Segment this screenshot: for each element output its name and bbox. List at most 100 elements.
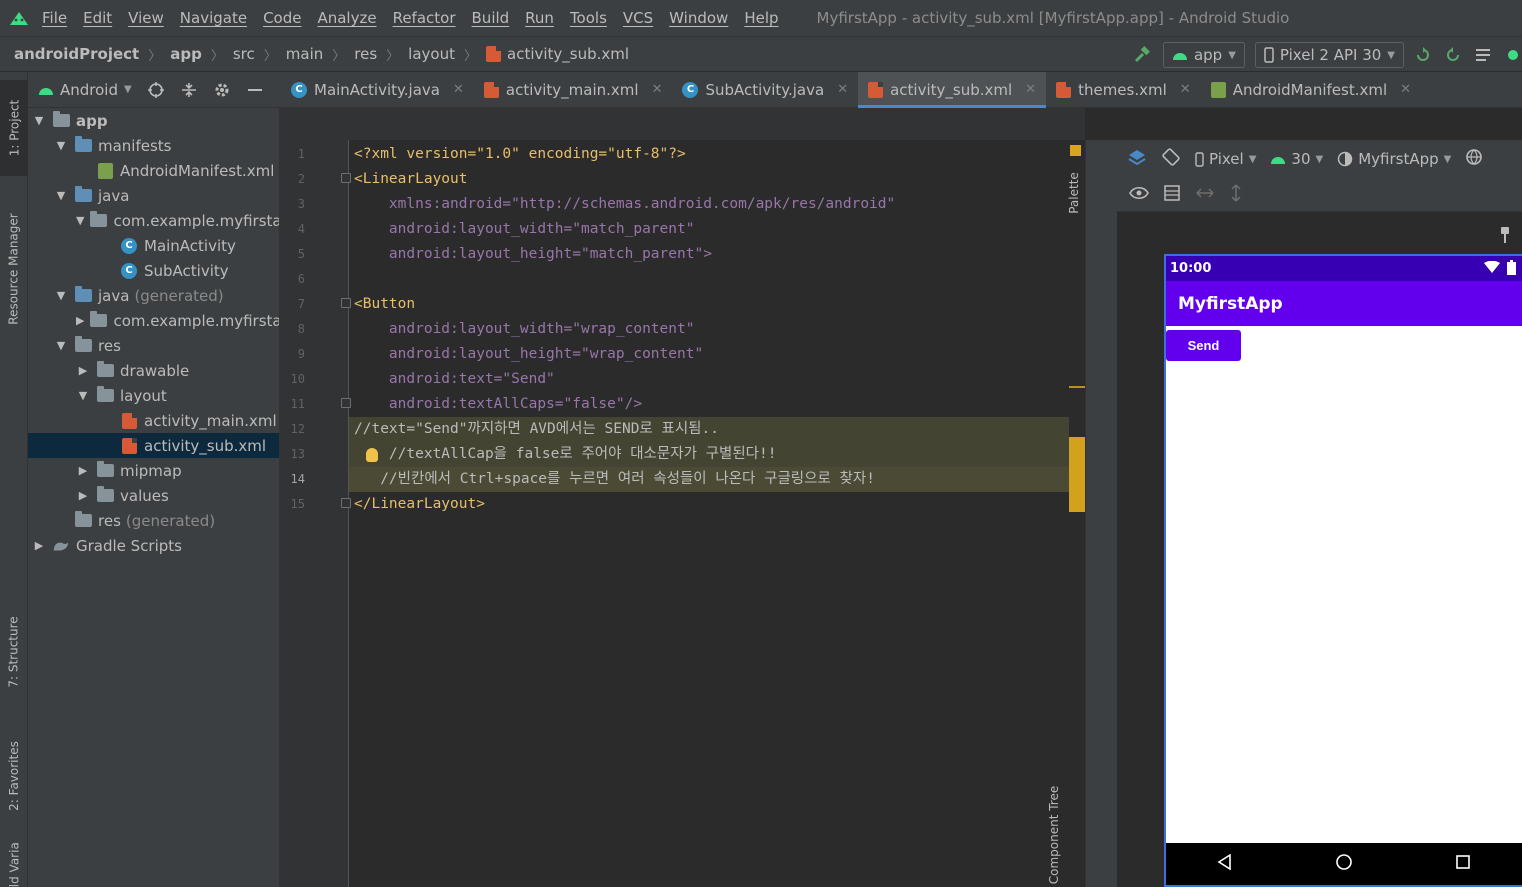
- tab-activity-sub-xml[interactable]: activity_sub.xml ✕: [858, 72, 1047, 108]
- close-icon[interactable]: ✕: [1400, 82, 1411, 97]
- pin-icon[interactable]: [1498, 226, 1512, 248]
- component-tree-tab[interactable]: Component Tree: [1047, 780, 1118, 887]
- tree-item-res-generated[interactable]: res (generated): [28, 508, 279, 533]
- device-select[interactable]: Pixel 2 API 30 ▼: [1254, 42, 1404, 68]
- menu-vcs[interactable]: VCS: [623, 9, 653, 27]
- warning-stripe-mark[interactable]: [1069, 437, 1085, 512]
- tree-item-manifests[interactable]: ▼ manifests: [28, 133, 279, 158]
- run-configuration-select[interactable]: app ▼: [1162, 42, 1245, 68]
- blueprint-icon[interactable]: [1163, 184, 1181, 206]
- breadcrumb-project[interactable]: androidProject: [14, 45, 139, 63]
- collapsed-arrow-icon[interactable]: ▶: [76, 314, 84, 327]
- tree-item-mainactivity[interactable]: C MainActivity: [28, 233, 279, 258]
- layers-icon[interactable]: [1127, 147, 1147, 171]
- tab-themes-xml[interactable]: themes.xml ✕: [1046, 72, 1201, 107]
- palette-tab[interactable]: Palette: [1067, 158, 1118, 228]
- menu-build[interactable]: Build: [472, 9, 510, 27]
- apply-changes-icon[interactable]: [1414, 46, 1432, 64]
- menu-refactor[interactable]: Refactor: [393, 9, 456, 27]
- tree-item-app[interactable]: ▼ app: [28, 108, 279, 133]
- back-icon[interactable]: [1217, 853, 1233, 874]
- tree-item-java-generated[interactable]: ▼ java (generated): [28, 283, 279, 308]
- menu-window[interactable]: Window: [669, 9, 728, 27]
- collapse-all-icon[interactable]: [179, 80, 199, 100]
- tool-tab-structure[interactable]: 7: Structure: [0, 602, 28, 702]
- tree-item-androidmanifest[interactable]: AndroidManifest.xml: [28, 158, 279, 183]
- build-hammer-icon[interactable]: [1133, 46, 1151, 64]
- tree-item-activity-sub[interactable]: activity_sub.xml: [28, 433, 279, 458]
- vertical-resize-icon[interactable]: [1229, 183, 1243, 207]
- apply-code-changes-icon[interactable]: [1444, 46, 1462, 64]
- tab-subactivity-java[interactable]: C SubActivity.java ✕: [672, 72, 858, 107]
- eye-icon[interactable]: [1129, 186, 1149, 204]
- project-view-select[interactable]: Android ▼: [38, 81, 132, 99]
- tool-tab-resource-manager[interactable]: Resource Manager: [0, 196, 28, 342]
- expanded-arrow-icon[interactable]: ▼: [76, 214, 84, 227]
- tree-item-values[interactable]: ▶ values: [28, 483, 279, 508]
- menu-run[interactable]: Run: [525, 9, 554, 27]
- breadcrumb-src[interactable]: src: [233, 45, 255, 63]
- tool-tab-build-variants[interactable]: Build Variants: [0, 842, 28, 887]
- tree-item-drawable[interactable]: ▶ drawable: [28, 358, 279, 383]
- collapsed-arrow-icon[interactable]: ▶: [76, 364, 90, 377]
- expanded-arrow-icon[interactable]: ▼: [54, 189, 68, 202]
- error-stripe[interactable]: [1069, 140, 1085, 887]
- menu-file[interactable]: File: [42, 9, 67, 27]
- expanded-arrow-icon[interactable]: ▼: [76, 389, 90, 402]
- menu-edit[interactable]: Edit: [83, 9, 112, 27]
- tree-item-java[interactable]: ▼ java: [28, 183, 279, 208]
- tree-item-package-generated[interactable]: ▶ com.example.myfirstap: [28, 308, 291, 333]
- tree-item-package[interactable]: ▼ com.example.myfirstap: [28, 208, 291, 233]
- device-preview-select[interactable]: Pixel ▼: [1195, 150, 1256, 168]
- close-icon[interactable]: ✕: [1025, 82, 1036, 97]
- expanded-arrow-icon[interactable]: ▼: [32, 114, 46, 127]
- tree-item-gradle-scripts[interactable]: ▶ Gradle Scripts: [28, 533, 279, 558]
- menu-help[interactable]: Help: [744, 9, 778, 27]
- menu-navigate[interactable]: Navigate: [180, 9, 247, 27]
- menu-view[interactable]: View: [128, 9, 164, 27]
- close-icon[interactable]: ✕: [837, 82, 848, 97]
- breadcrumb-app[interactable]: app: [170, 45, 202, 63]
- breadcrumb-main[interactable]: main: [286, 45, 323, 63]
- close-icon[interactable]: ✕: [1180, 82, 1191, 97]
- tree-item-res[interactable]: ▼ res: [28, 333, 279, 358]
- home-icon[interactable]: [1335, 853, 1353, 875]
- tree-item-subactivity[interactable]: C SubActivity: [28, 258, 279, 283]
- tree-item-layout[interactable]: ▼ layout: [28, 383, 279, 408]
- collapsed-arrow-icon[interactable]: ▶: [76, 489, 90, 502]
- close-icon[interactable]: ✕: [453, 82, 464, 97]
- tab-androidmanifest-xml[interactable]: AndroidManifest.xml ✕: [1201, 72, 1421, 107]
- expanded-arrow-icon[interactable]: ▼: [54, 289, 68, 302]
- tab-activity-main-xml[interactable]: activity_main.xml ✕: [474, 72, 673, 107]
- menu-analyze[interactable]: Analyze: [317, 9, 376, 27]
- warning-status-icon[interactable]: [1070, 145, 1081, 156]
- rotate-device-icon[interactable]: [1161, 147, 1181, 171]
- menu-tools[interactable]: Tools: [570, 9, 607, 27]
- theme-select[interactable]: MyfirstApp ▼: [1337, 150, 1451, 168]
- expanded-arrow-icon[interactable]: ▼: [54, 139, 68, 152]
- breadcrumb-layout[interactable]: layout: [408, 45, 455, 63]
- tool-tab-favorites[interactable]: 2: Favorites: [0, 726, 28, 826]
- recents-icon[interactable]: [1455, 854, 1471, 874]
- lightbulb-icon[interactable]: [366, 448, 378, 462]
- device-preview[interactable]: 10:00 MyfirstApp Send: [1164, 254, 1522, 887]
- tab-mainactivity-java[interactable]: C MainActivity.java ✕: [281, 72, 474, 107]
- breadcrumb-file[interactable]: activity_sub.xml: [507, 45, 629, 63]
- breadcrumb-res[interactable]: res: [354, 45, 377, 63]
- tool-tab-project[interactable]: 1: Project: [0, 80, 28, 176]
- tree-item-mipmap[interactable]: ▶ mipmap: [28, 458, 279, 483]
- horizontal-resize-icon[interactable]: [1195, 186, 1215, 204]
- api-level-select[interactable]: 30 ▼: [1270, 150, 1323, 168]
- tree-item-activity-main[interactable]: activity_main.xml: [28, 408, 279, 433]
- expanded-arrow-icon[interactable]: ▼: [54, 339, 68, 352]
- menu-code[interactable]: Code: [263, 9, 301, 27]
- hide-panel-icon[interactable]: [245, 80, 265, 100]
- globe-icon[interactable]: [1465, 148, 1483, 170]
- close-icon[interactable]: ✕: [652, 82, 663, 97]
- sync-icon[interactable]: [1504, 46, 1522, 64]
- send-button[interactable]: Send: [1166, 330, 1241, 361]
- gear-icon[interactable]: [212, 80, 232, 100]
- list-icon[interactable]: [1474, 46, 1492, 64]
- warning-stripe-mark[interactable]: [1069, 386, 1085, 388]
- locate-target-icon[interactable]: [146, 80, 166, 100]
